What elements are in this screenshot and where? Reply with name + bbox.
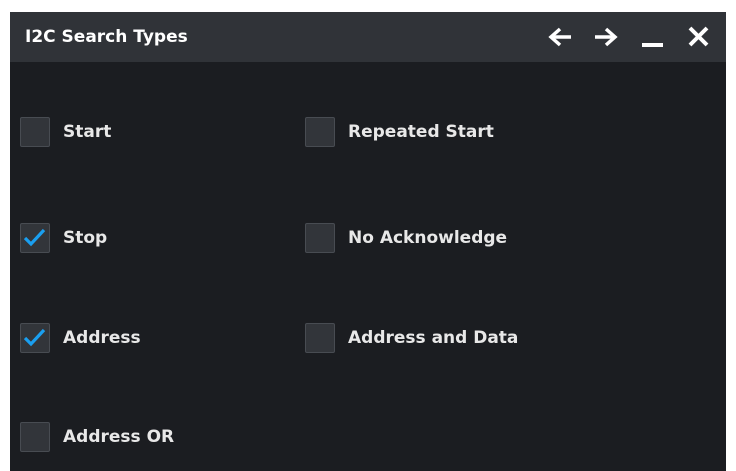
- repeated-start-checkbox[interactable]: Repeated Start: [305, 117, 494, 147]
- no-acknowledge-checkbox[interactable]: No Acknowledge: [305, 223, 507, 253]
- arrow-left-icon[interactable]: [547, 24, 573, 50]
- stop-label: Stop: [63, 228, 108, 248]
- start-label: Start: [63, 122, 112, 142]
- address-label: Address: [63, 328, 141, 348]
- checkbox-box[interactable]: [20, 323, 50, 353]
- checkbox-box[interactable]: [305, 117, 335, 147]
- address-and-data-label: Address and Data: [348, 328, 519, 348]
- close-icon[interactable]: [686, 24, 712, 50]
- checkmark-icon: [23, 228, 46, 247]
- no-acknowledge-label: No Acknowledge: [348, 228, 508, 248]
- repeated-start-label: Repeated Start: [348, 122, 494, 142]
- start-checkbox[interactable]: Start: [20, 117, 111, 147]
- checkbox-box[interactable]: [20, 422, 50, 452]
- dialog-title: I2C Search Types: [25, 27, 188, 47]
- address-checkbox[interactable]: Address: [20, 323, 141, 353]
- arrow-right-icon[interactable]: [593, 24, 619, 50]
- address-or-label: Address OR: [63, 427, 175, 447]
- checkbox-box[interactable]: [305, 223, 335, 253]
- minimize-icon[interactable]: [640, 24, 666, 50]
- checkbox-box[interactable]: [20, 223, 50, 253]
- i2c-search-types-dialog: I2C Search Types Start Stop Address Addr…: [10, 12, 726, 471]
- stop-checkbox[interactable]: Stop: [20, 223, 107, 253]
- address-or-checkbox[interactable]: Address OR: [20, 422, 174, 452]
- checkmark-icon: [23, 328, 46, 347]
- address-and-data-checkbox[interactable]: Address and Data: [305, 323, 518, 353]
- checkbox-box[interactable]: [20, 117, 50, 147]
- checkbox-box[interactable]: [305, 323, 335, 353]
- dialog-title-bar: I2C Search Types: [10, 12, 726, 62]
